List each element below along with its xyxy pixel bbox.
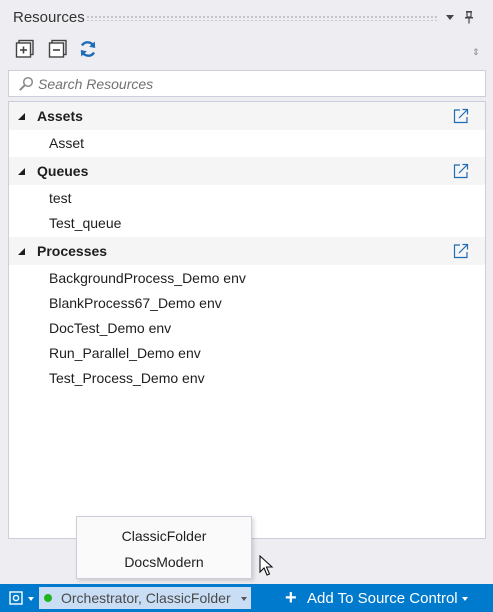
orchestrator-label: Orchestrator, ClassicFolder	[61, 590, 231, 606]
chevron-down-icon	[241, 597, 247, 601]
add-to-source-control-button[interactable]: + Add To Source Control	[285, 587, 475, 609]
open-external-icon[interactable]	[453, 108, 469, 124]
status-bar: Orchestrator, ClassicFolder + Add To Sou…	[0, 584, 493, 612]
search-icon	[19, 76, 34, 91]
pin-icon[interactable]	[464, 10, 474, 24]
tree-item[interactable]: DocTest_Demo env	[9, 316, 485, 341]
expand-arrow-icon[interactable]	[18, 113, 25, 120]
expand-arrow-icon[interactable]	[18, 248, 25, 255]
group-label: Queues	[37, 163, 89, 179]
tree-item-label: test	[49, 190, 72, 206]
toolbar-overflow-icon[interactable]: ⇕	[472, 48, 480, 57]
tree-item-label: BackgroundProcess_Demo env	[49, 270, 246, 286]
connection-status-icon	[44, 594, 52, 602]
menu-item-docsmodern[interactable]: DocsModern	[77, 549, 251, 575]
chevron-down-icon[interactable]	[28, 597, 34, 601]
panel-grip[interactable]	[86, 15, 438, 21]
refresh-icon	[80, 41, 96, 57]
plus-box-icon	[15, 39, 34, 58]
tree-item-label: DocTest_Demo env	[49, 320, 172, 336]
minus-box-icon	[48, 39, 67, 58]
tree-item[interactable]: Test_queue	[9, 211, 485, 236]
tree-item-label: Test_Process_Demo env	[49, 370, 205, 386]
tree-group-processes[interactable]: Processes	[9, 237, 485, 265]
search-input[interactable]	[38, 74, 478, 94]
tree-item-label: Run_Parallel_Demo env	[49, 345, 201, 361]
tree-item-label: BlankProcess67_Demo env	[49, 295, 222, 311]
open-external-icon[interactable]	[453, 243, 469, 259]
folder-dropdown-menu: ClassicFolder DocsModern	[76, 516, 252, 579]
panel-header: Resources	[0, 0, 493, 34]
open-external-icon[interactable]	[453, 163, 469, 179]
panel-title: Resources	[13, 9, 85, 26]
resources-tree: Assets Asset Queues test Test_queue Proc…	[8, 101, 486, 539]
mouse-cursor-icon	[259, 555, 274, 576]
tree-item-label: Test_queue	[49, 215, 122, 231]
tree-item[interactable]: Run_Parallel_Demo env	[9, 341, 485, 366]
tree-item[interactable]: BackgroundProcess_Demo env	[9, 266, 485, 291]
menu-item-classicfolder[interactable]: ClassicFolder	[77, 523, 251, 549]
chevron-down-icon[interactable]	[446, 15, 454, 20]
add-to-source-control-label: Add To Source Control	[307, 590, 458, 607]
collapse-all-button[interactable]	[47, 38, 69, 60]
tree-item[interactable]: Asset	[9, 131, 485, 156]
plus-icon: +	[285, 587, 297, 609]
orchestrator-folder-selector[interactable]: Orchestrator, ClassicFolder	[39, 587, 251, 609]
group-label: Processes	[37, 243, 108, 259]
expand-all-button[interactable]	[14, 38, 36, 60]
toolbar: ⇕	[0, 34, 493, 64]
chevron-down-icon	[462, 597, 468, 601]
group-label: Assets	[37, 108, 83, 124]
camera-icon[interactable]	[9, 591, 23, 605]
refresh-button[interactable]	[77, 38, 99, 60]
tree-group-assets[interactable]: Assets	[9, 102, 485, 130]
tree-item-label: Asset	[49, 135, 85, 151]
tree-group-queues[interactable]: Queues	[9, 157, 485, 185]
tree-item[interactable]: BlankProcess67_Demo env	[9, 291, 485, 316]
expand-arrow-icon[interactable]	[18, 168, 25, 175]
tree-item[interactable]: Test_Process_Demo env	[9, 366, 485, 391]
search-box	[8, 70, 486, 97]
tree-item[interactable]: test	[9, 186, 485, 211]
